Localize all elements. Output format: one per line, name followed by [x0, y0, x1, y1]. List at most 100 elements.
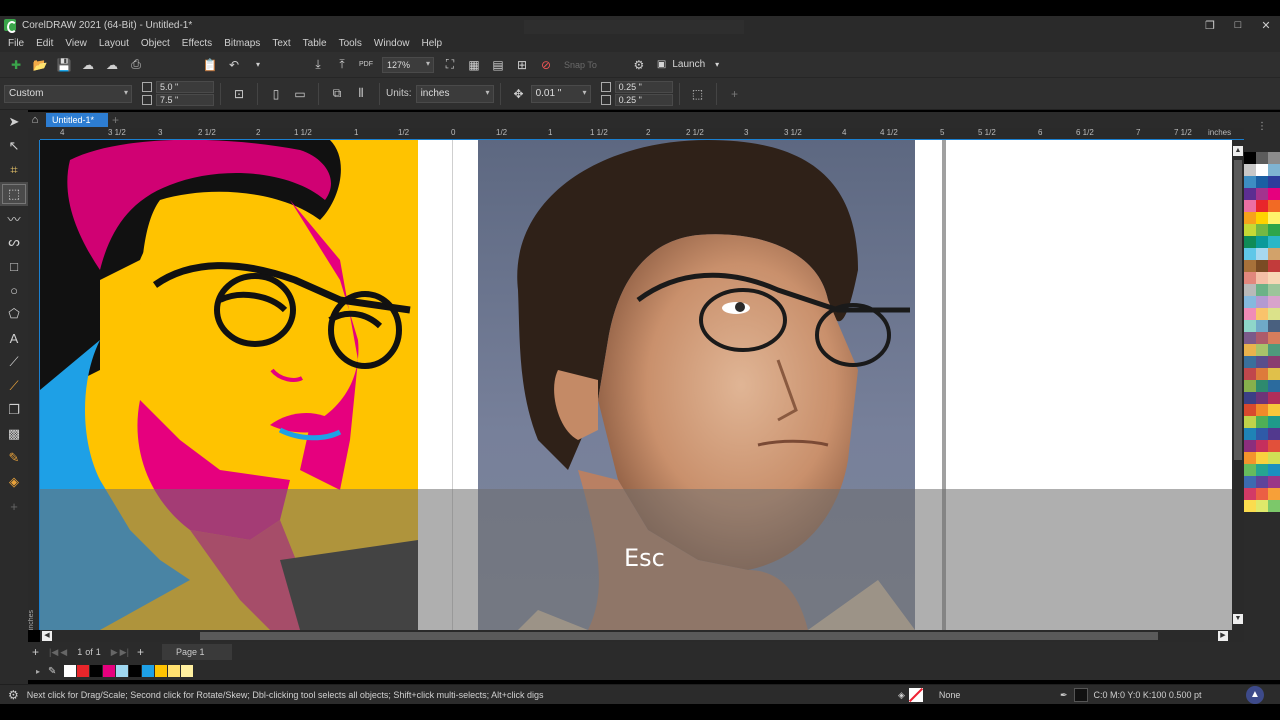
- palette-swatch[interactable]: [1244, 248, 1256, 260]
- palette-swatch[interactable]: [1268, 224, 1280, 236]
- menu-bitmaps[interactable]: Bitmaps: [224, 38, 260, 49]
- freehand-tool-icon[interactable]: 〰: [0, 206, 28, 230]
- palette-swatch[interactable]: [1268, 320, 1280, 332]
- menu-file[interactable]: File: [8, 38, 24, 49]
- palette-swatch[interactable]: [1256, 332, 1268, 344]
- palette-swatch[interactable]: [1268, 248, 1280, 260]
- gear-icon[interactable]: ⚙: [631, 57, 647, 73]
- crop-tool-icon[interactable]: ⌗: [0, 158, 28, 182]
- palette-swatch[interactable]: [1256, 188, 1268, 200]
- document-tab[interactable]: Untitled-1*: [46, 113, 109, 127]
- palette-swatch[interactable]: [1244, 344, 1256, 356]
- nudge-distance-input[interactable]: 0.01 ": [530, 84, 591, 103]
- page-height-input[interactable]: 7.5 ": [156, 94, 214, 106]
- assistant-icon[interactable]: ▲: [1246, 686, 1264, 704]
- color-swatch[interactable]: [90, 665, 103, 677]
- first-page-icon[interactable]: |◀: [49, 647, 58, 658]
- menu-table[interactable]: Table: [303, 38, 327, 49]
- show-guidelines-icon[interactable]: ⊞: [514, 57, 530, 73]
- show-rulers-icon[interactable]: ▦: [466, 57, 482, 73]
- palette-swatch[interactable]: [1256, 440, 1268, 452]
- palette-swatch[interactable]: [1244, 200, 1256, 212]
- color-swatch[interactable]: [155, 665, 168, 677]
- palette-swatch[interactable]: [1268, 152, 1280, 164]
- add-page-icon[interactable]: +: [32, 645, 39, 659]
- restore-icon[interactable]: ❐: [1196, 16, 1224, 34]
- palette-swatch[interactable]: [1256, 428, 1268, 440]
- maximize-icon[interactable]: □: [1224, 16, 1252, 34]
- horizontal-scroll-thumb[interactable]: [200, 632, 1158, 640]
- polygon-tool-icon[interactable]: ⬠: [0, 302, 28, 326]
- palette-swatch[interactable]: [1256, 368, 1268, 380]
- next-page-icon[interactable]: ▶: [111, 647, 118, 658]
- palette-swatch[interactable]: [1268, 308, 1280, 320]
- palette-swatch[interactable]: [1268, 272, 1280, 284]
- palette-swatch[interactable]: [1244, 176, 1256, 188]
- pick-tool-active-icon[interactable]: ⬚: [0, 182, 28, 206]
- home-icon[interactable]: ⌂: [28, 113, 42, 127]
- drop-shadow-icon[interactable]: ❐: [0, 398, 28, 422]
- duplicate-y-input[interactable]: 0.25 ": [614, 94, 673, 106]
- horizontal-ruler[interactable]: 4 3 1/2 3 2 1/2 2 1 1/2 1 1/2 0 1/2 1 1 …: [40, 128, 1244, 140]
- palette-swatch[interactable]: [1256, 284, 1268, 296]
- prev-page-icon[interactable]: ◀: [60, 647, 67, 658]
- palette-swatch[interactable]: [1244, 464, 1256, 476]
- palette-swatch[interactable]: [1268, 488, 1280, 500]
- palette-swatch[interactable]: [1268, 176, 1280, 188]
- palette-swatch[interactable]: [1268, 200, 1280, 212]
- status-gear-icon[interactable]: ⚙: [8, 688, 19, 702]
- palette-swatch[interactable]: [1244, 164, 1256, 176]
- palette-swatch[interactable]: [1256, 464, 1268, 476]
- save-icon[interactable]: 💾: [56, 57, 72, 73]
- palette-swatch[interactable]: [1268, 416, 1280, 428]
- palette-swatch[interactable]: [1256, 176, 1268, 188]
- menu-view[interactable]: View: [65, 38, 87, 49]
- eyedropper-icon[interactable]: ✎: [48, 666, 56, 677]
- palette-swatch[interactable]: [1256, 452, 1268, 464]
- menu-effects[interactable]: Effects: [182, 38, 212, 49]
- artistic-media-icon[interactable]: ᔕ: [0, 230, 28, 254]
- last-page-icon[interactable]: ▶|: [120, 647, 129, 658]
- import-icon[interactable]: ⤓: [310, 57, 326, 73]
- color-swatch[interactable]: [103, 665, 116, 677]
- palette-swatch[interactable]: [1268, 164, 1280, 176]
- palette-swatch[interactable]: [1244, 440, 1256, 452]
- parallel-dimension-icon[interactable]: ⟋: [0, 350, 28, 374]
- vertical-ruler[interactable]: inches: [28, 140, 40, 630]
- undo-icon[interactable]: ↶: [226, 57, 242, 73]
- current-page-icon[interactable]: ⫴: [353, 86, 369, 102]
- palette-swatch[interactable]: [1244, 488, 1256, 500]
- page-tab[interactable]: Page 1: [161, 644, 233, 660]
- palette-swatch[interactable]: [1268, 332, 1280, 344]
- duplicate-x-input[interactable]: 0.25 ": [614, 81, 673, 93]
- ruler-corner[interactable]: [28, 128, 40, 140]
- color-swatch[interactable]: [64, 665, 77, 677]
- export-pdf-icon[interactable]: PDF: [358, 57, 374, 73]
- page-alignment-icon[interactable]: ⊡: [231, 86, 247, 102]
- palette-swatch[interactable]: [1256, 380, 1268, 392]
- palette-swatch[interactable]: [1256, 224, 1268, 236]
- palette-swatch[interactable]: [1256, 272, 1268, 284]
- palette-swatch[interactable]: [1244, 308, 1256, 320]
- menu-window[interactable]: Window: [374, 38, 410, 49]
- palette-swatch[interactable]: [1268, 368, 1280, 380]
- palette-swatch[interactable]: [1244, 428, 1256, 440]
- palette-swatch[interactable]: [1244, 368, 1256, 380]
- palette-swatch[interactable]: [1268, 404, 1280, 416]
- palette-swatch[interactable]: [1268, 284, 1280, 296]
- color-swatch[interactable]: [116, 665, 129, 677]
- palette-swatch[interactable]: [1244, 476, 1256, 488]
- page-width-input[interactable]: 5.0 ": [156, 81, 214, 93]
- panel-collapse-icon[interactable]: ⋮: [1257, 121, 1267, 132]
- palette-swatch[interactable]: [1256, 404, 1268, 416]
- page-size-dropdown[interactable]: Custom: [4, 84, 132, 103]
- color-swatch[interactable]: [77, 665, 90, 677]
- color-swatch[interactable]: [181, 665, 194, 677]
- palette-swatch[interactable]: [1244, 380, 1256, 392]
- outline-indicator[interactable]: ✒ C:0 M:0 Y:0 K:100 0.500 pt: [1060, 688, 1201, 702]
- scroll-right-icon[interactable]: ▶: [1218, 631, 1228, 641]
- vertical-scroll-thumb[interactable]: [1234, 160, 1242, 460]
- color-swatch[interactable]: [142, 665, 155, 677]
- palette-swatch[interactable]: [1268, 452, 1280, 464]
- drawing-canvas[interactable]: Esc: [40, 140, 1232, 630]
